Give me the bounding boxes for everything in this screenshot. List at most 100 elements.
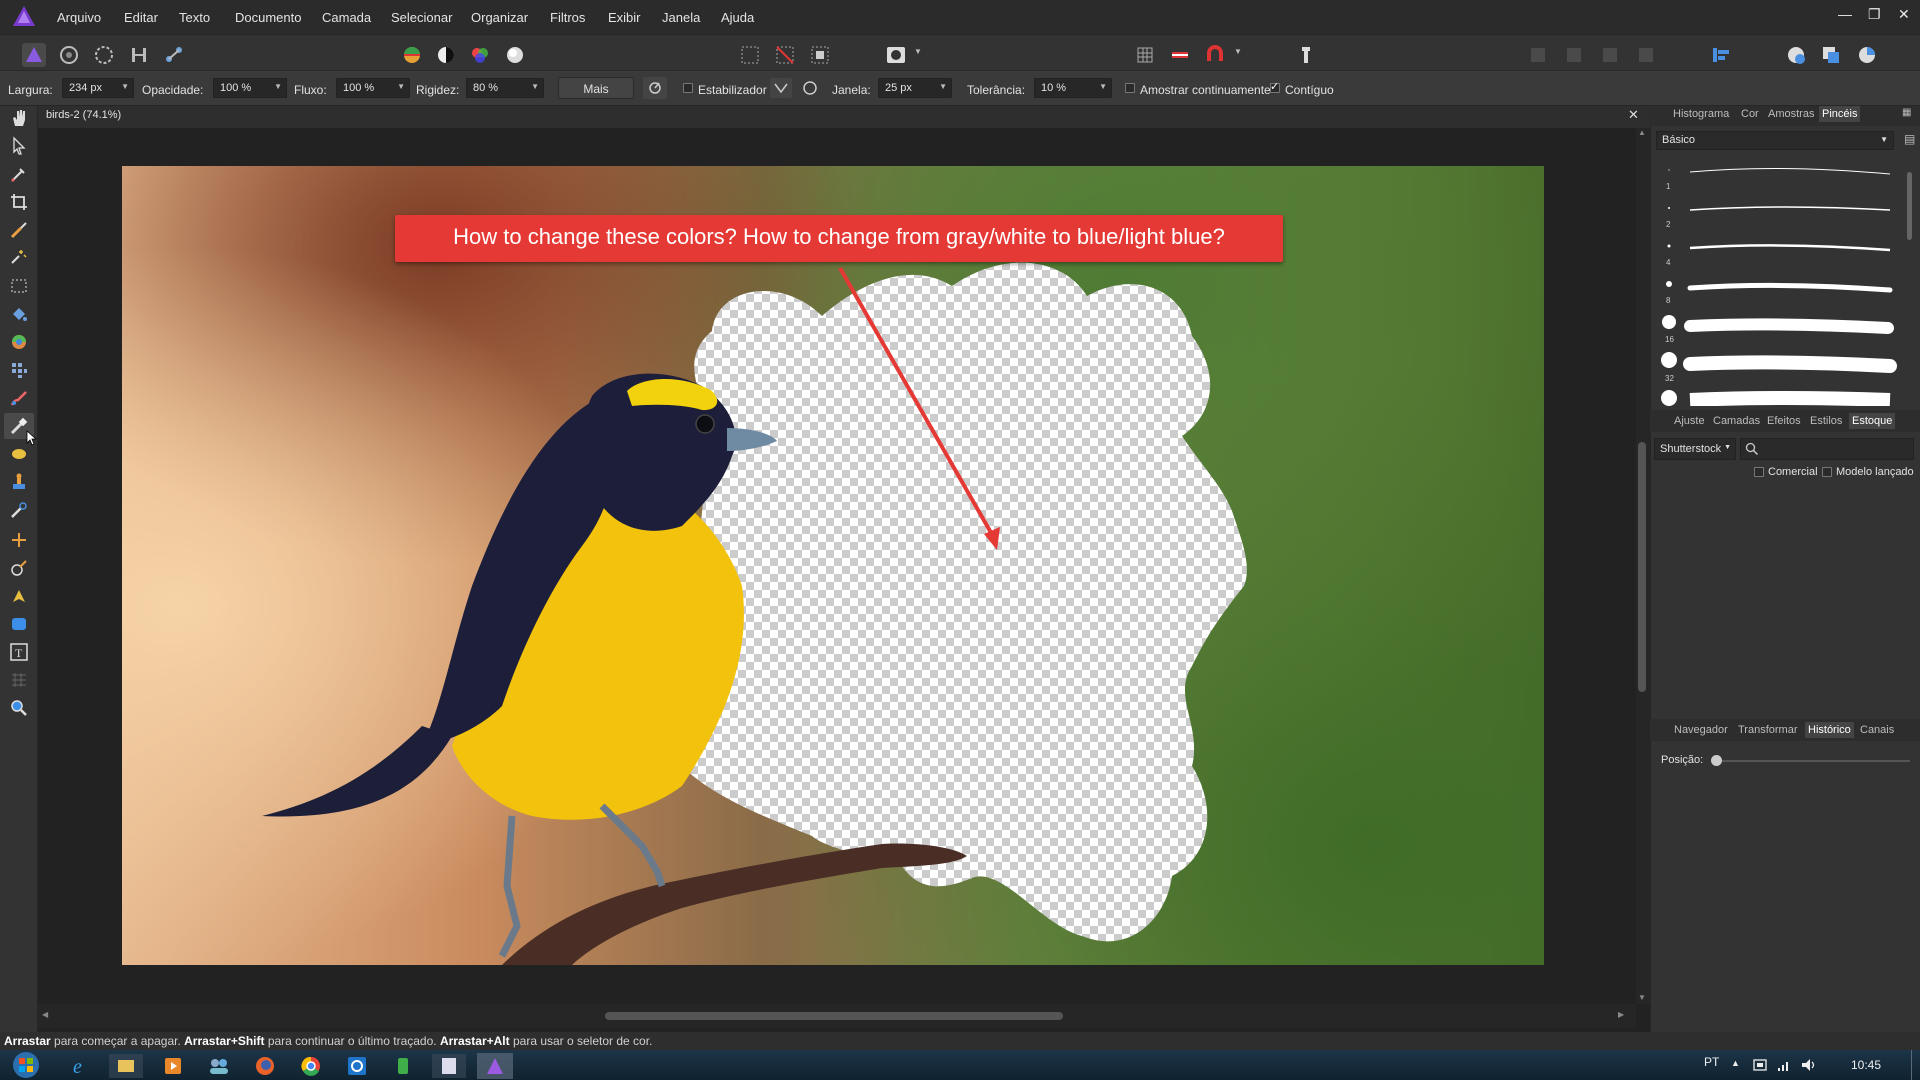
move-tool-icon[interactable]	[9, 136, 29, 156]
windows-start-icon[interactable]	[8, 1050, 44, 1080]
snapping-grid-icon[interactable]	[1133, 43, 1157, 67]
opacity-field[interactable]: 100 % ▼	[213, 78, 287, 98]
model-released-checkbox[interactable]	[1822, 467, 1832, 477]
auto-levels-icon[interactable]	[400, 43, 424, 67]
position-slider-handle[interactable]	[1711, 755, 1722, 766]
flood-select-tool-icon[interactable]	[9, 246, 29, 266]
flip-horizontal-icon[interactable]	[1526, 43, 1550, 67]
brush-preset[interactable]: 4	[1660, 238, 1900, 274]
brush-preset[interactable]: 32	[1660, 352, 1900, 388]
assistant-icon[interactable]	[1168, 43, 1192, 67]
mesh-warp-tool-icon[interactable]	[9, 530, 29, 550]
sample-continuously-checkbox[interactable]	[1125, 83, 1135, 93]
pixel-tool-icon[interactable]	[9, 360, 29, 380]
auto-colors-icon[interactable]	[468, 43, 492, 67]
zoom-tool-icon[interactable]	[9, 698, 29, 718]
marquee-tool-icon[interactable]	[9, 276, 29, 296]
paint-brush-tool-icon[interactable]	[9, 388, 29, 408]
file-explorer-icon[interactable]	[107, 1053, 145, 1079]
snapping-dropdown-icon[interactable]: ▼	[1234, 47, 1242, 56]
auto-white-balance-icon[interactable]	[503, 43, 527, 67]
hand-tool-icon[interactable]	[9, 108, 29, 128]
liquify-persona-icon[interactable]	[57, 43, 81, 67]
color-picker-tool-icon[interactable]	[9, 164, 29, 184]
outlook-icon[interactable]	[338, 1053, 376, 1079]
chrome-icon[interactable]	[292, 1053, 330, 1079]
volume-icon[interactable]	[1800, 1057, 1818, 1073]
tab-navegador[interactable]: Navegador	[1674, 724, 1728, 736]
photo-persona-icon[interactable]	[22, 43, 46, 67]
pressure-icon[interactable]	[643, 77, 667, 99]
clone-tool-icon[interactable]	[9, 472, 29, 492]
deselect-icon[interactable]	[773, 43, 797, 67]
tray-expand-icon[interactable]: ▲	[1731, 1058, 1740, 1068]
internet-explorer-icon[interactable]: e	[62, 1053, 100, 1079]
arrange-icon[interactable]	[1294, 43, 1318, 67]
scroll-up-icon[interactable]: ▲	[1638, 128, 1646, 137]
firefox-icon[interactable]	[246, 1053, 284, 1079]
tolerance-dropdown-icon[interactable]: ▼	[1099, 82, 1107, 91]
select-all-icon[interactable]	[738, 43, 762, 67]
tab-estoque[interactable]: Estoque	[1849, 413, 1896, 429]
mesh-grid-tool-icon[interactable]	[9, 670, 29, 690]
menu-filtros[interactable]: Filtros	[550, 10, 585, 25]
tab-transformar[interactable]: Transformar	[1738, 724, 1798, 736]
stock-provider-dropdown-icon[interactable]: ▼	[1724, 444, 1731, 451]
opacity-dropdown-icon[interactable]: ▼	[274, 82, 282, 91]
align-icon[interactable]	[1709, 43, 1733, 67]
brush-category-select[interactable]: Básico ▼	[1656, 131, 1894, 150]
tab-cor[interactable]: Cor	[1741, 108, 1759, 120]
flow-dropdown-icon[interactable]: ▼	[397, 82, 405, 91]
tab-camadas[interactable]: Camadas	[1713, 415, 1760, 427]
stock-provider-select[interactable]: Shutterstock ▼	[1654, 438, 1736, 460]
notepad-icon[interactable]	[430, 1053, 468, 1079]
restore-icon[interactable]: ❐	[1868, 6, 1881, 23]
boolean-add-icon[interactable]	[1784, 43, 1808, 67]
scroll-right-icon[interactable]: ▶	[1618, 1010, 1624, 1019]
tray-device-icon[interactable]	[1752, 1057, 1768, 1073]
close-icon[interactable]: ✕	[1898, 6, 1910, 23]
auto-contrast-icon[interactable]	[434, 43, 458, 67]
flow-field[interactable]: 100 % ▼	[336, 78, 410, 98]
people-app-icon[interactable]	[200, 1053, 238, 1079]
menu-documento[interactable]: Documento	[235, 10, 301, 25]
menu-camada[interactable]: Camada	[322, 10, 371, 25]
flood-fill-tool-icon[interactable]	[9, 304, 29, 324]
horizontal-scroll-thumb[interactable]	[605, 1012, 1063, 1020]
taskbar-clock[interactable]: 10:45	[1851, 1058, 1881, 1072]
position-slider-track[interactable]	[1712, 760, 1910, 762]
commercial-checkbox[interactable]	[1754, 467, 1764, 477]
snapping-magnet-icon[interactable]	[1203, 43, 1227, 67]
vertical-scroll-thumb[interactable]	[1638, 442, 1646, 692]
window-dropdown-icon[interactable]: ▼	[939, 82, 947, 91]
tab-efeitos[interactable]: Efeitos	[1767, 415, 1801, 427]
tab-canais[interactable]: Canais	[1860, 724, 1894, 736]
brush-list-scroll-thumb[interactable]	[1907, 172, 1912, 240]
brush-preset[interactable]	[1660, 390, 1900, 406]
boolean-intersect-icon[interactable]	[1855, 43, 1879, 67]
blemish-tool-icon[interactable]	[9, 500, 29, 520]
pen-tool-icon[interactable]	[9, 586, 29, 606]
menu-arquivo[interactable]: Arquivo	[57, 10, 101, 25]
tab-histograma[interactable]: Histograma	[1673, 108, 1729, 120]
invert-selection-icon[interactable]	[808, 43, 832, 67]
brush-category-dropdown-icon[interactable]: ▼	[1880, 135, 1888, 144]
dodge-tool-icon[interactable]	[9, 444, 29, 464]
scroll-left-icon[interactable]: ◀	[42, 1010, 48, 1019]
tab-amostras[interactable]: Amostras	[1768, 108, 1814, 120]
menu-janela[interactable]: Janela	[662, 10, 700, 25]
tab-ajuste[interactable]: Ajuste	[1674, 415, 1705, 427]
menu-ajuda[interactable]: Ajuda	[721, 10, 754, 25]
menu-exibir[interactable]: Exibir	[608, 10, 641, 25]
brush-preset[interactable]: 1	[1660, 162, 1900, 198]
selection-brush-tool-icon[interactable]	[9, 220, 29, 240]
develop-persona-icon[interactable]	[92, 43, 116, 67]
shape-tool-icon[interactable]	[9, 614, 29, 634]
panel-menu-icon[interactable]: ▦	[1902, 107, 1911, 118]
menu-organizar[interactable]: Organizar	[471, 10, 528, 25]
hardness-field[interactable]: 80 % ▼	[466, 78, 544, 98]
more-button[interactable]: Mais	[558, 77, 634, 99]
quick-mask-dropdown-icon[interactable]: ▼	[914, 47, 922, 56]
window-mode-icon[interactable]	[799, 78, 821, 98]
rotate-left-icon[interactable]	[1598, 43, 1622, 67]
